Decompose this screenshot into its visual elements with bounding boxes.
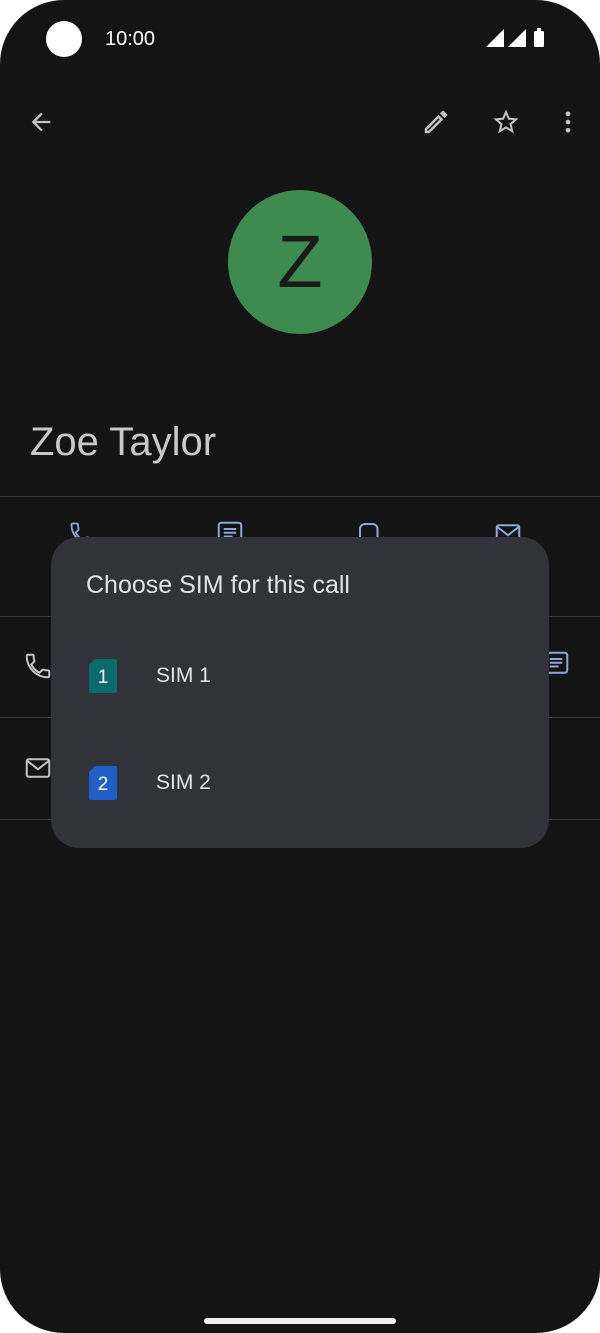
sim-badge-number: 2 <box>98 774 109 795</box>
dialog-title: Choose SIM for this call <box>86 571 350 599</box>
back-button[interactable] <box>17 98 65 146</box>
home-indicator[interactable] <box>204 1318 396 1324</box>
edit-pencil-icon <box>424 110 448 134</box>
edit-button[interactable] <box>412 98 460 146</box>
status-time: 10:00 <box>105 28 156 50</box>
sim-2-label: SIM 2 <box>156 771 211 794</box>
favorite-button[interactable] <box>482 98 530 146</box>
avatar-letter: Z <box>277 220 323 303</box>
sim-1-label: SIM 1 <box>156 664 211 687</box>
more-options-button[interactable] <box>544 98 592 146</box>
more-vert-icon <box>565 111 571 133</box>
divider <box>0 496 600 497</box>
back-arrow-icon <box>31 112 51 132</box>
sim-2-option[interactable]: 2 SIM 2 <box>51 736 549 830</box>
phone-icon <box>25 653 51 679</box>
contact-avatar: Z <box>228 190 372 334</box>
phone-screen: 10:00 Z Zoe Taylor Choose SIM for this c… <box>0 0 600 1333</box>
camera-cutout <box>46 21 82 57</box>
sim-card-2-icon: 2 <box>89 766 117 800</box>
star-outline-icon <box>493 109 519 134</box>
battery-icon <box>534 31 544 47</box>
signal-icon-2 <box>508 29 526 47</box>
signal-icon <box>486 29 504 47</box>
sim-card-1-icon: 1 <box>89 659 117 693</box>
sim-1-option[interactable]: 1 SIM 1 <box>51 629 549 723</box>
email-icon <box>25 758 51 778</box>
status-icons <box>486 28 544 47</box>
sim-badge-number: 1 <box>98 667 109 688</box>
contact-name: Zoe Taylor <box>30 420 217 464</box>
choose-sim-dialog: Choose SIM for this call 1 SIM 1 2 SIM 2 <box>51 537 549 848</box>
